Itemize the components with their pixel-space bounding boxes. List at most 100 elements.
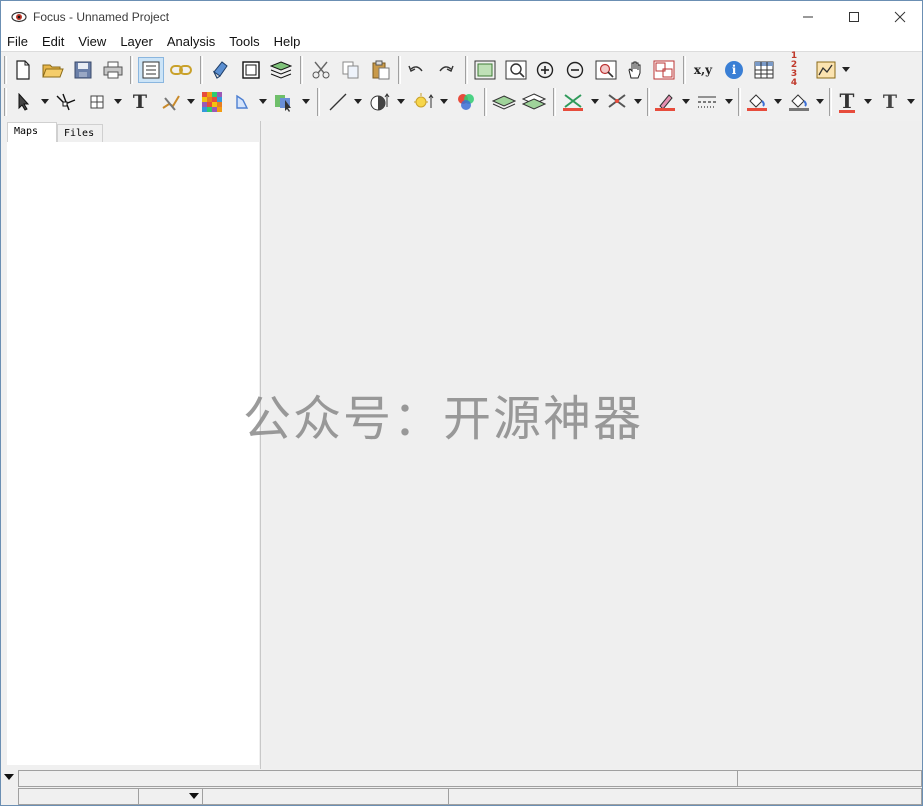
menu-analysis[interactable]: Analysis [160,32,222,52]
point-style-dropdown-arrow[interactable] [634,99,642,104]
menu-layer[interactable]: Layer [113,32,160,52]
grid-icon [90,95,104,109]
raster-button[interactable] [199,89,225,115]
font-icon: T [882,91,898,113]
attribute-table-button[interactable] [751,57,777,83]
zoom-out-button[interactable] [562,57,588,83]
point-style-button[interactable] [604,89,630,115]
zoom-selection-button[interactable] [593,57,619,83]
edit-button[interactable] [208,57,234,83]
font-bold-dropdown-arrow[interactable] [864,99,872,104]
select-dropdown-arrow[interactable] [41,99,49,104]
link-button[interactable] [168,57,194,83]
toolbar-separator [317,88,320,116]
undo-button[interactable] [403,57,429,83]
chart-button[interactable] [813,57,839,83]
tab-maps[interactable]: Maps [7,122,57,143]
chart-icon [816,61,836,79]
grid-dropdown-arrow[interactable] [114,99,122,104]
fill-color-dropdown-arrow[interactable] [774,99,782,104]
scale-dropdown-arrow[interactable] [189,793,199,799]
info-button[interactable]: i [721,57,747,83]
redo-button[interactable] [433,57,459,83]
cut-button[interactable] [308,57,334,83]
maximize-button[interactable] [831,1,877,32]
text-button[interactable]: T [127,89,153,115]
select-feature-icon [275,95,291,112]
pan-button[interactable] [622,57,648,83]
zoom-window-icon [505,60,527,80]
menu-edit[interactable]: Edit [35,32,71,52]
zoom-in-button[interactable] [532,57,558,83]
status-expand-arrow[interactable] [4,774,14,780]
light-dropdown-arrow[interactable] [440,99,448,104]
minimize-button[interactable] [785,1,831,32]
pen-color-icon [655,94,675,111]
color-button[interactable] [453,89,479,115]
transparency-icon [370,93,390,111]
maps-panel[interactable] [7,142,259,765]
paste-icon [372,60,390,80]
menu-file[interactable]: File [1,32,35,52]
overview-button[interactable] [651,57,677,83]
layer-list-icon [142,61,160,79]
point-symbol-dropdown-arrow[interactable] [591,99,599,104]
paste-button[interactable] [368,57,394,83]
open-button[interactable] [40,57,66,83]
close-button[interactable] [877,1,923,32]
fill-color-button[interactable] [744,89,770,115]
tab-files[interactable]: Files [57,124,103,143]
draw-line-dropdown-arrow[interactable] [354,99,362,104]
toolbar-separator [829,88,832,116]
numbering-button[interactable]: 1 2 3 4 [781,52,807,88]
line-style-button[interactable] [694,89,720,115]
save-button[interactable] [70,57,96,83]
coordinates-button[interactable]: x,y [690,57,716,83]
chart-dropdown-arrow[interactable] [842,67,850,72]
pen-color-dropdown-arrow[interactable] [682,99,690,104]
menu-help[interactable]: Help [267,32,308,52]
polygon-button[interactable] [230,89,256,115]
select-feature-button[interactable] [271,89,297,115]
layer-up-button[interactable] [491,89,517,115]
layer-list-button[interactable] [138,57,164,83]
font-bold-button[interactable]: T [834,89,860,115]
print-icon [103,61,123,79]
fill-style-dropdown-arrow[interactable] [816,99,824,104]
point-symbol-button[interactable] [560,89,586,115]
draw-line-button[interactable] [325,89,351,115]
font-dropdown-arrow[interactable] [907,99,915,104]
select-feature-dropdown-arrow[interactable] [302,99,310,104]
light-button[interactable] [410,89,436,115]
new-document-icon [16,60,30,80]
menu-tools[interactable]: Tools [222,32,266,52]
copy-button[interactable] [338,57,364,83]
layers-stack-button[interactable] [268,57,294,83]
info-glyph: i [731,63,737,77]
transparency-button[interactable] [367,89,393,115]
polygon-dropdown-arrow[interactable] [259,99,267,104]
new-button[interactable] [10,57,36,83]
frame-button[interactable] [238,57,264,83]
fill-style-button[interactable] [786,89,812,115]
zoom-out-icon [566,61,584,79]
link-chain-icon [170,65,192,75]
edit-toolbar: T T T [1,86,922,118]
zoom-extent-button[interactable] [472,57,498,83]
grid-button[interactable] [84,89,110,115]
transparency-dropdown-arrow[interactable] [397,99,405,104]
font-button[interactable]: T [877,89,903,115]
measure-dropdown-arrow[interactable] [187,99,195,104]
layer-down-button[interactable] [521,89,547,115]
vertex-edit-button[interactable] [53,89,79,115]
menu-view[interactable]: View [71,32,113,52]
attribute-table-icon [754,61,774,79]
open-folder-icon [42,64,64,78]
line-style-dropdown-arrow[interactable] [725,99,733,104]
measure-button[interactable] [159,89,185,115]
select-button[interactable] [11,89,37,115]
print-button[interactable] [100,57,126,83]
zoom-window-button[interactable] [503,57,529,83]
title-bar[interactable]: Focus - Unnamed Project [1,1,922,32]
pen-color-button[interactable] [652,89,678,115]
